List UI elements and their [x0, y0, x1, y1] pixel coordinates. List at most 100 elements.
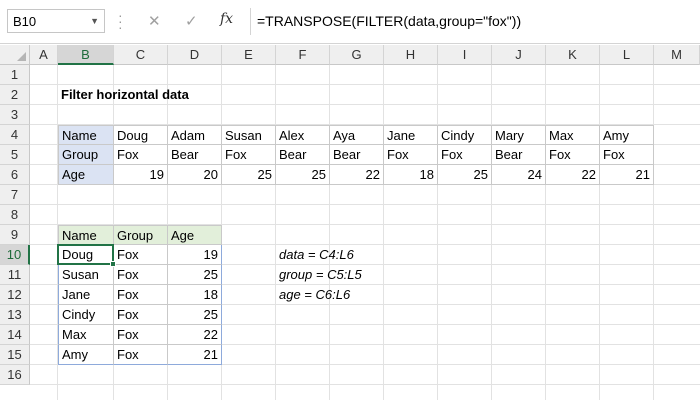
source-data-cell[interactable]: Bear	[168, 145, 222, 165]
row-header-9[interactable]: 9	[0, 225, 30, 245]
source-data-cell[interactable]: Alex	[276, 125, 330, 145]
column-header-d[interactable]: D	[168, 45, 222, 65]
result-data-cell[interactable]: Susan	[58, 265, 114, 285]
source-data-cell[interactable]: 24	[492, 165, 546, 185]
source-data-cell[interactable]: Mary	[492, 125, 546, 145]
source-data-cell[interactable]: Fox	[438, 145, 492, 165]
source-data-cell[interactable]: Aya	[330, 125, 384, 145]
column-header-l[interactable]: L	[600, 45, 654, 65]
column-header-e[interactable]: E	[222, 45, 276, 65]
result-data-cell[interactable]: 19	[168, 245, 222, 265]
column-header-i[interactable]: I	[438, 45, 492, 65]
formula-input[interactable]: =TRANSPOSE(FILTER(data,group="fox"))	[257, 13, 521, 29]
source-data-cell[interactable]: Susan	[222, 125, 276, 145]
row-header-13[interactable]: 13	[0, 305, 30, 325]
row-header-5[interactable]: 5	[0, 145, 30, 165]
select-all-button[interactable]	[0, 45, 30, 65]
sheet-title[interactable]: Filter horizontal data	[58, 85, 308, 105]
column-header-j[interactable]: J	[492, 45, 546, 65]
row-header-7[interactable]: 7	[0, 185, 30, 205]
name-box[interactable]: B10 ▼	[7, 9, 105, 33]
result-data-cell[interactable]: Fox	[114, 245, 168, 265]
result-data-cell[interactable]: Fox	[114, 345, 168, 365]
result-data-cell[interactable]: Doug	[58, 245, 114, 265]
source-data-cell[interactable]: 25	[438, 165, 492, 185]
result-header-cell[interactable]: Group	[114, 225, 168, 245]
source-data-cell[interactable]: Max	[546, 125, 600, 145]
source-data-cell[interactable]: Jane	[384, 125, 438, 145]
named-range-note[interactable]: data = C4:L6	[276, 245, 436, 265]
source-label-cell[interactable]: Name	[58, 125, 114, 145]
source-label-cell[interactable]: Group	[58, 145, 114, 165]
gridline-vertical	[329, 65, 330, 400]
source-data-cell[interactable]: Fox	[546, 145, 600, 165]
column-header-a[interactable]: A	[30, 45, 58, 65]
source-data-cell[interactable]: 21	[600, 165, 654, 185]
result-data-cell[interactable]: Fox	[114, 285, 168, 305]
row-header-16[interactable]: 16	[0, 365, 30, 385]
column-header-b[interactable]: B	[58, 45, 114, 65]
result-data-cell[interactable]: 25	[168, 265, 222, 285]
source-label-cell[interactable]: Age	[58, 165, 114, 185]
column-header-c[interactable]: C	[114, 45, 168, 65]
cancel-icon[interactable]: ✕	[148, 12, 162, 30]
gridline-horizontal	[30, 204, 700, 205]
source-data-cell[interactable]: 22	[330, 165, 384, 185]
row-header-4[interactable]: 4	[0, 125, 30, 145]
chevron-down-icon[interactable]: ▼	[90, 16, 99, 26]
row-header-8[interactable]: 8	[0, 205, 30, 225]
source-data-cell[interactable]: 20	[168, 165, 222, 185]
row-header-2[interactable]: 2	[0, 85, 30, 105]
result-data-cell[interactable]: 25	[168, 305, 222, 325]
source-data-cell[interactable]: 25	[276, 165, 330, 185]
column-header-k[interactable]: K	[546, 45, 600, 65]
source-data-cell[interactable]: Fox	[114, 145, 168, 165]
source-data-cell[interactable]: Amy	[600, 125, 654, 145]
source-data-cell[interactable]: Bear	[492, 145, 546, 165]
row-header-3[interactable]: 3	[0, 105, 30, 125]
column-header-f[interactable]: F	[276, 45, 330, 65]
source-data-cell[interactable]: Fox	[384, 145, 438, 165]
result-data-cell[interactable]: 22	[168, 325, 222, 345]
result-data-cell[interactable]: Cindy	[58, 305, 114, 325]
result-data-cell[interactable]: Fox	[114, 265, 168, 285]
source-data-cell[interactable]: Fox	[600, 145, 654, 165]
column-header-m[interactable]: M	[654, 45, 700, 65]
enter-icon[interactable]: ✓	[185, 12, 199, 30]
gridline-vertical	[491, 65, 492, 400]
insert-function-icon[interactable]: fx	[220, 11, 233, 27]
result-data-cell[interactable]: 18	[168, 285, 222, 305]
named-range-note[interactable]: group = C5:L5	[276, 265, 436, 285]
fill-handle[interactable]	[110, 261, 116, 267]
result-data-cell[interactable]: Fox	[114, 305, 168, 325]
source-data-cell[interactable]: Bear	[330, 145, 384, 165]
row-header-10[interactable]: 10	[0, 245, 30, 265]
source-data-cell[interactable]: Fox	[222, 145, 276, 165]
source-data-cell[interactable]: 19	[114, 165, 168, 185]
result-header-cell[interactable]: Age	[168, 225, 222, 245]
result-data-cell[interactable]: Max	[58, 325, 114, 345]
column-header-g[interactable]: G	[330, 45, 384, 65]
row-header-15[interactable]: 15	[0, 345, 30, 365]
source-data-cell[interactable]: 25	[222, 165, 276, 185]
source-data-cell[interactable]: Cindy	[438, 125, 492, 145]
row-header-1[interactable]: 1	[0, 65, 30, 85]
row-header-14[interactable]: 14	[0, 325, 30, 345]
row-header-11[interactable]: 11	[0, 265, 30, 285]
result-data-cell[interactable]: Jane	[58, 285, 114, 305]
source-data-cell[interactable]: Bear	[276, 145, 330, 165]
source-data-cell[interactable]: Doug	[114, 125, 168, 145]
row-header-12[interactable]: 12	[0, 285, 30, 305]
result-header-cell[interactable]: Name	[58, 225, 114, 245]
formula-bar-divider	[250, 8, 251, 35]
source-data-cell[interactable]: Adam	[168, 125, 222, 145]
result-data-cell[interactable]: 21	[168, 345, 222, 365]
source-data-cell[interactable]: 22	[546, 165, 600, 185]
gridline-vertical	[599, 65, 600, 400]
named-range-note[interactable]: age = C6:L6	[276, 285, 436, 305]
source-data-cell[interactable]: 18	[384, 165, 438, 185]
column-header-h[interactable]: H	[384, 45, 438, 65]
result-data-cell[interactable]: Amy	[58, 345, 114, 365]
result-data-cell[interactable]: Fox	[114, 325, 168, 345]
row-header-6[interactable]: 6	[0, 165, 30, 185]
